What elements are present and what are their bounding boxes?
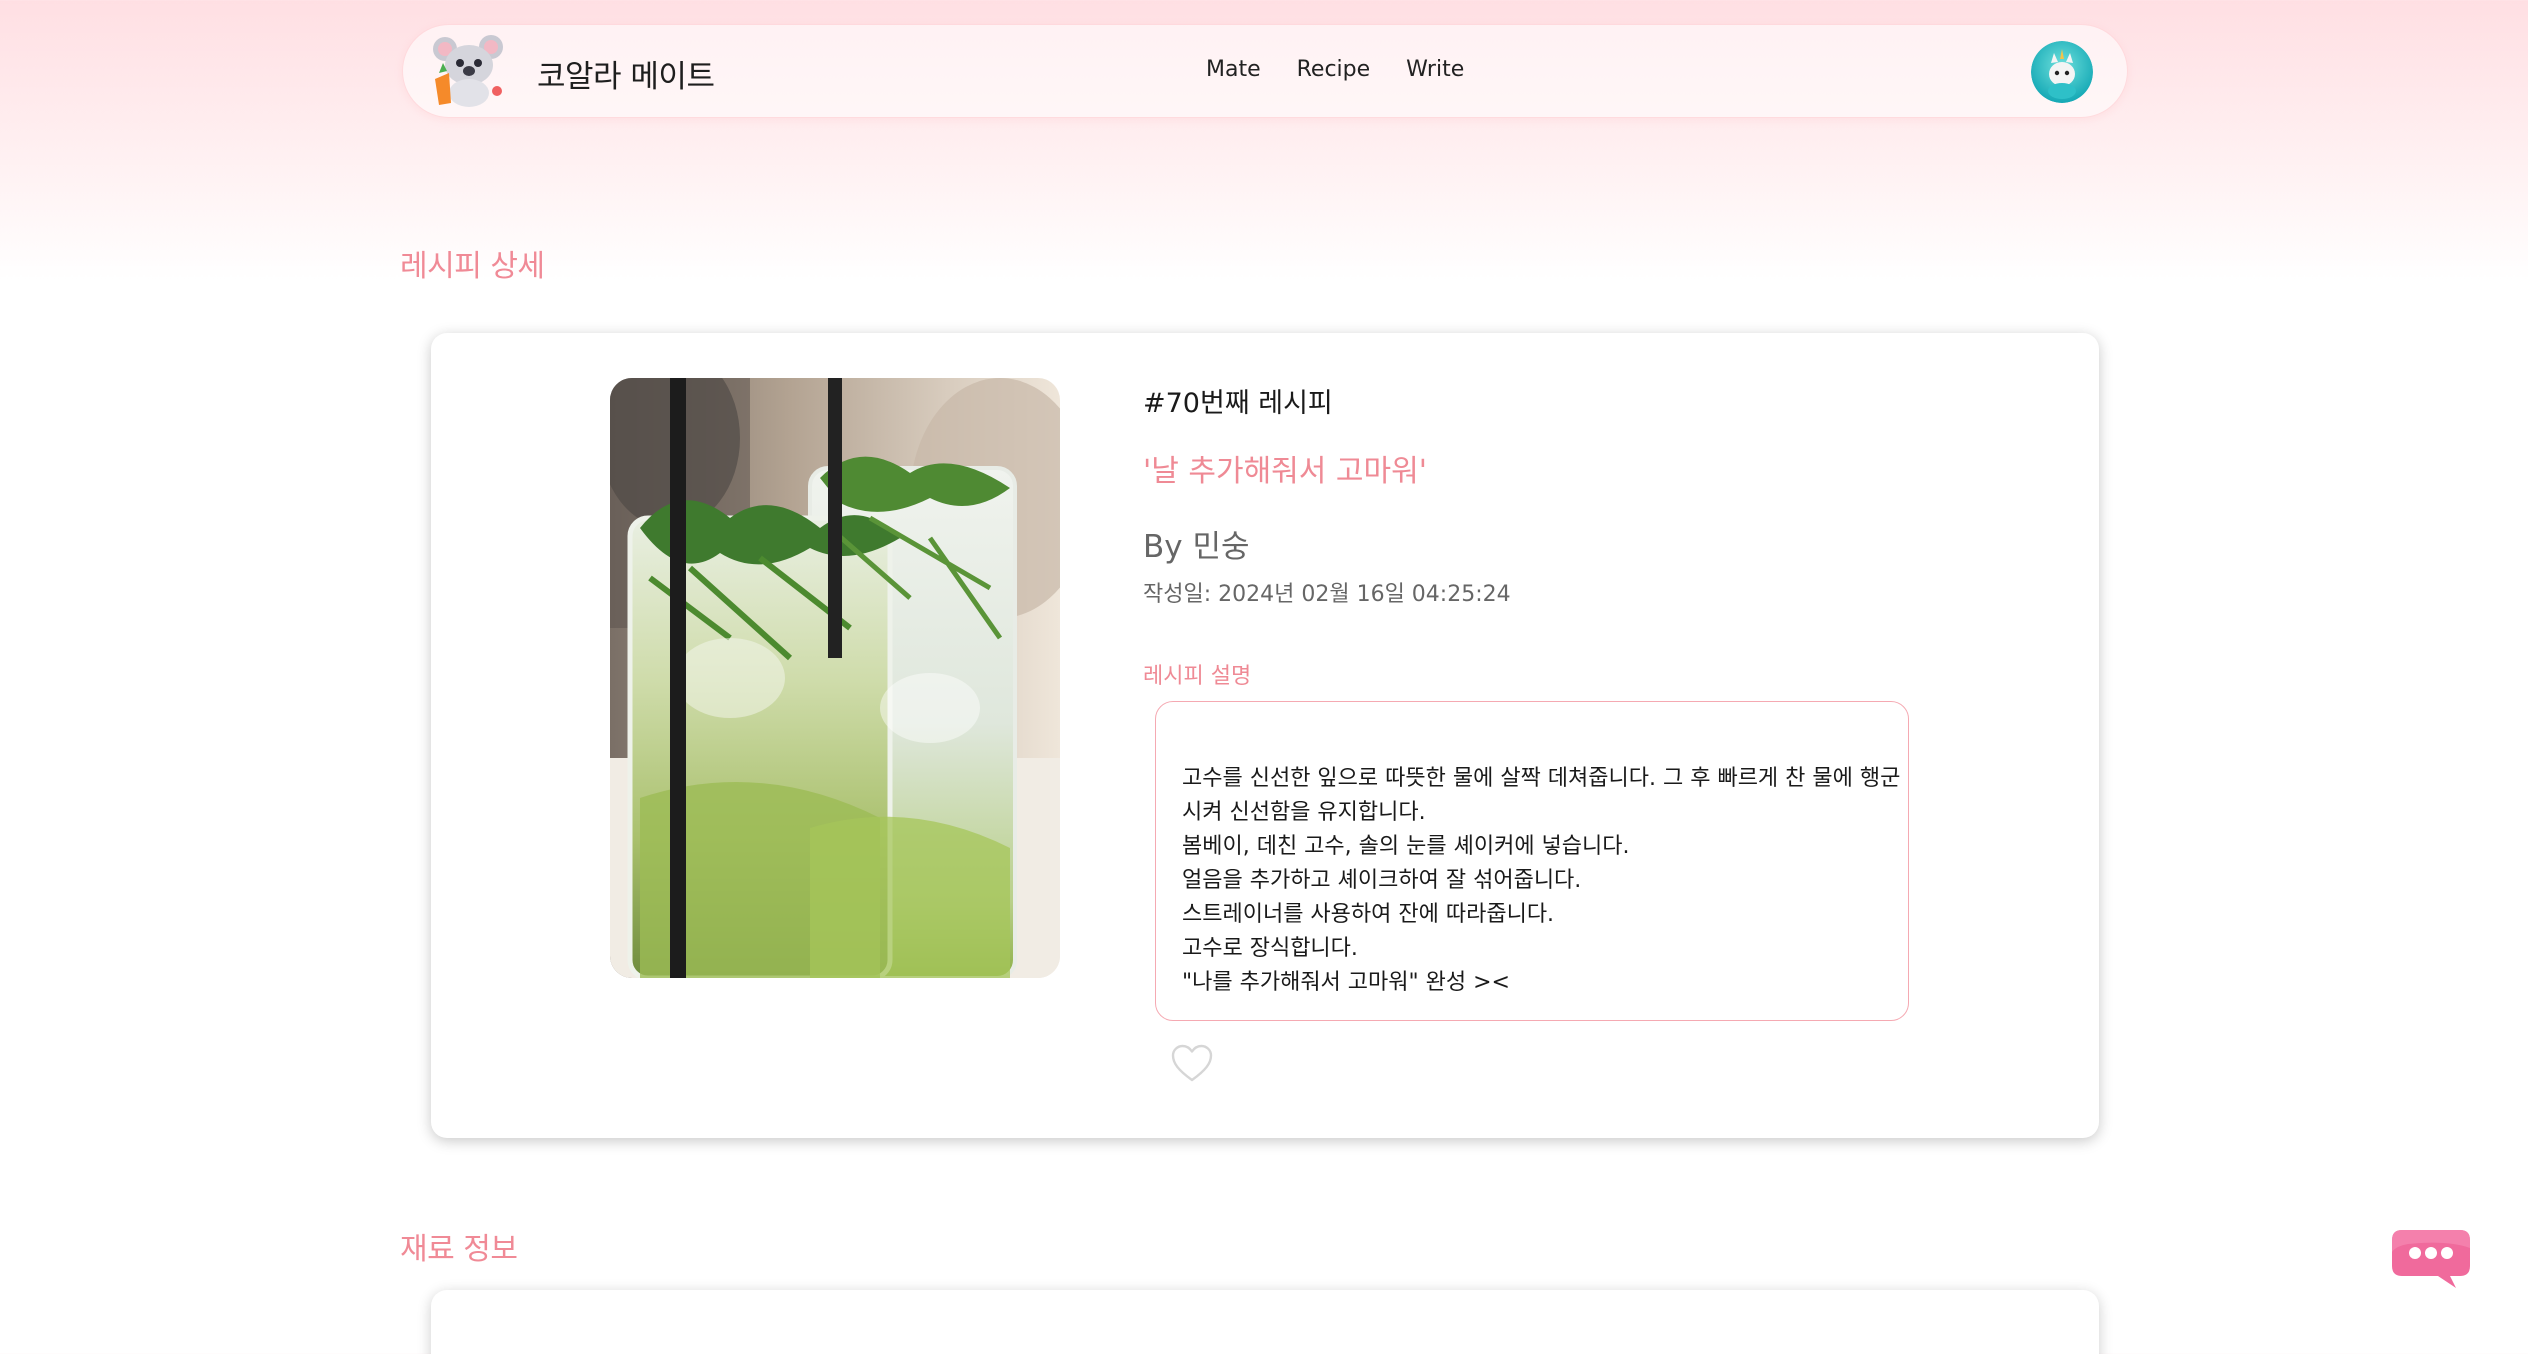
- main-nav: Mate Recipe Write: [1206, 57, 1464, 82]
- recipe-card: #70번째 레시피 '날 추가해줘서 고마워' By 민숭 작성일: 2024년…: [431, 333, 2099, 1138]
- recipe-author: By 민숭: [1143, 529, 1250, 565]
- description-line: 고수로 장식합니다.: [1182, 936, 1358, 961]
- description-box: 고수를 신선한 잎으로 따뜻한 물에 살짝 데쳐줍니다. 그 후 빠르게 찬 물…: [1155, 701, 1909, 1021]
- recipe-title: '날 추가해줘서 고마워': [1143, 454, 1427, 489]
- top-navbar: 코알라 메이트 Mate Recipe Write: [402, 24, 2128, 118]
- description-line: 얼음을 추가하고 셰이크하여 잘 섞어줍니다.: [1182, 868, 1582, 893]
- description-line: 시켜 신선함을 유지합니다.: [1182, 800, 1426, 825]
- heart-outline-icon[interactable]: [1170, 1043, 1214, 1083]
- description-line: "나를 추가해줘서 고마워" 완성 ><: [1182, 970, 1510, 995]
- description-label: 레시피 설명: [1143, 664, 1252, 689]
- chat-bubble-icon[interactable]: [2388, 1226, 2474, 1292]
- description-line: 스트레이너를 사용하여 잔에 따라줍니다.: [1182, 902, 1555, 927]
- section-title-detail: 레시피 상세: [400, 249, 545, 284]
- brand-name[interactable]: 코알라 메이트: [537, 51, 715, 96]
- ingredients-card: [431, 1290, 2099, 1354]
- profile-avatar[interactable]: [2031, 41, 2093, 103]
- recipe-number: #70번째 레시피: [1143, 388, 1333, 419]
- recipe-photo: [610, 378, 1060, 978]
- nav-write[interactable]: Write: [1406, 57, 1464, 82]
- nav-mate[interactable]: Mate: [1206, 57, 1261, 82]
- recipe-created-date: 작성일: 2024년 02월 16일 04:25:24: [1143, 582, 1511, 607]
- nav-recipe[interactable]: Recipe: [1297, 57, 1371, 82]
- description-line: 봄베이, 데친 고수, 솔의 눈를 셰이커에 넣습니다.: [1182, 834, 1630, 859]
- description-line: 고수를 신선한 잎으로 따뜻한 물에 살짝 데쳐줍니다. 그 후 빠르게 찬 물…: [1182, 766, 1901, 791]
- koala-logo[interactable]: [429, 35, 509, 109]
- section-title-ingredients: 재료 정보: [400, 1232, 518, 1267]
